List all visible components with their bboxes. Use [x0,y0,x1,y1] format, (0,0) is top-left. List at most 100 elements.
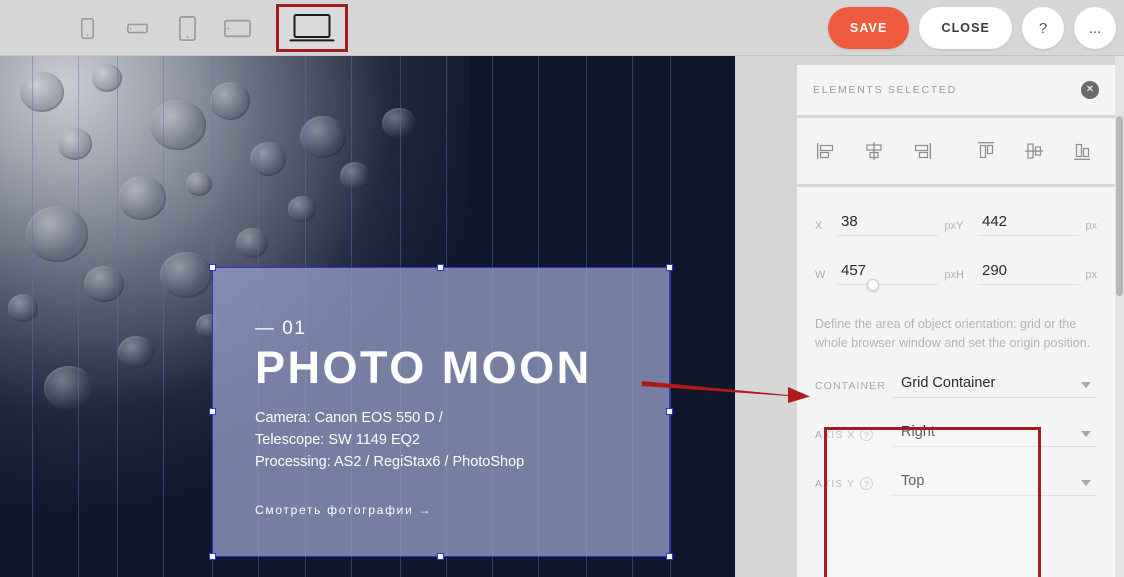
selected-element[interactable]: — 01 PHOTO MOON Camera: Canon EOS 550 D … [209,264,673,560]
resize-handle-middle-right[interactable] [666,408,673,415]
resize-handle-bottom-left[interactable] [209,553,216,560]
x-input[interactable] [837,213,939,236]
crater [118,336,154,368]
device-button-phone-landscape[interactable] [120,9,154,47]
close-icon[interactable]: ✕ [1081,81,1099,99]
y-input[interactable] [978,213,1080,236]
axis-x-select[interactable]: Right [893,424,1097,447]
align-left-button[interactable] [815,140,837,162]
properties-card: X px Y px [797,187,1115,577]
axis-y-row: AXIS Y ? Top [797,473,1115,496]
w-input[interactable] [837,262,939,285]
app-root: SAVE CLOSE ? ... — 01 PHOTO MOON Camera:… [0,0,1124,577]
grid-line [163,56,164,577]
meta-line-processing: Processing: AS2 / RegiStax6 / PhotoShop [255,454,525,471]
axis-x-label: AXIS X ? [815,428,893,447]
resize-handle-top-center[interactable] [437,264,444,271]
align-top-button[interactable] [975,140,997,162]
toolbar-actions: SAVE CLOSE ? ... [827,0,1116,56]
container-label-text: CONTAINER [815,380,886,392]
crater [150,100,206,150]
resize-handle-middle-left[interactable] [209,408,216,415]
vertical-align-group [975,140,1093,162]
phone-landscape-icon [126,23,148,33]
crater [84,266,124,302]
crater [250,142,286,176]
container-row: CONTAINER Grid Container [797,375,1115,398]
field-x: X px [815,213,956,236]
axis-x-label-text: AXIS X [815,428,856,441]
h-input[interactable] [978,262,1080,285]
device-switcher [0,0,740,56]
container-description: Define the area of object orientation: g… [815,317,1091,350]
align-bottom-button[interactable] [1071,140,1093,162]
grid-line [32,56,33,577]
y-label: Y [956,220,964,232]
axis-x-row: AXIS X ? Right [797,424,1115,447]
resize-handle-top-left[interactable] [209,264,216,271]
field-h: H px [956,262,1097,285]
resize-handle-top-right[interactable] [666,264,673,271]
horizontal-align-group [815,140,933,162]
crater [382,108,416,138]
device-button-tablet-portrait[interactable] [170,9,204,47]
axis-y-help-icon[interactable]: ? [860,477,874,490]
h-unit: px [1085,269,1097,281]
align-middle-vertical-button[interactable] [1023,140,1045,162]
x-label: X [815,220,823,232]
crater [8,294,38,322]
axis-x-help-icon[interactable]: ? [860,428,874,441]
field-y: Y px [956,213,1097,236]
y-unit: px [1085,220,1097,232]
meta-line-camera: Camera: Canon EOS 550 D / [255,410,443,427]
align-middle-vertical-icon [1025,143,1043,159]
slide-meta: Camera: Canon EOS 550 D / Telescope: SW … [255,407,669,473]
resize-handle-bottom-center[interactable] [437,553,444,560]
grid-line [117,56,118,577]
axis-y-label-text: AXIS Y [815,477,856,490]
axis-x-value: Right [901,424,935,440]
desktop-icon [289,14,335,42]
align-top-icon [978,142,994,159]
device-button-tablet-landscape[interactable] [220,9,254,47]
position-row-xy: X px Y px [815,213,1097,236]
axis-y-select[interactable]: Top [893,473,1097,496]
crater [300,116,346,158]
slide-content: — 01 PHOTO MOON Camera: Canon EOS 550 D … [213,268,669,556]
h-label: H [956,269,965,281]
container-select[interactable]: Grid Container [893,375,1097,398]
crater [186,172,212,196]
help-button[interactable]: ? [1022,7,1064,49]
panel-header: ELEMENTS SELECTED ✕ [797,65,1115,115]
alignment-toolbar [797,118,1115,184]
chevron-down-icon [1081,431,1091,437]
position-fields: X px Y px [797,187,1115,291]
w-unit: px [944,269,956,281]
align-right-button[interactable] [911,140,933,162]
grid-line [78,56,79,577]
save-button[interactable]: SAVE [827,7,910,49]
align-center-horizontal-button[interactable] [863,140,885,162]
position-row-wh: W px H px [815,262,1097,291]
panel-scrollbar-track[interactable] [1115,56,1124,577]
design-canvas[interactable]: — 01 PHOTO MOON Camera: Canon EOS 550 D … [0,56,735,577]
w-label: W [815,269,826,281]
crater [236,228,268,258]
close-button[interactable]: CLOSE [919,7,1012,49]
panel-scrollbar-thumb[interactable] [1116,116,1123,296]
align-left-icon [817,143,834,159]
meta-line-telescope: Telescope: SW 1149 EQ2 [255,432,420,449]
device-button-phone-portrait[interactable] [70,9,104,47]
view-photos-link[interactable]: Смотреть фотографии → [255,503,669,517]
more-options-button[interactable]: ... [1074,7,1116,49]
align-bottom-icon [1074,143,1090,160]
crater [20,72,64,112]
width-slider-handle[interactable] [867,279,879,291]
device-button-desktop[interactable] [276,4,348,52]
crater [160,252,212,298]
crater [58,128,92,160]
panel-title: ELEMENTS SELECTED [813,84,957,96]
axis-y-value: Top [901,473,925,489]
resize-handle-bottom-right[interactable] [666,553,673,560]
align-right-icon [914,143,931,159]
